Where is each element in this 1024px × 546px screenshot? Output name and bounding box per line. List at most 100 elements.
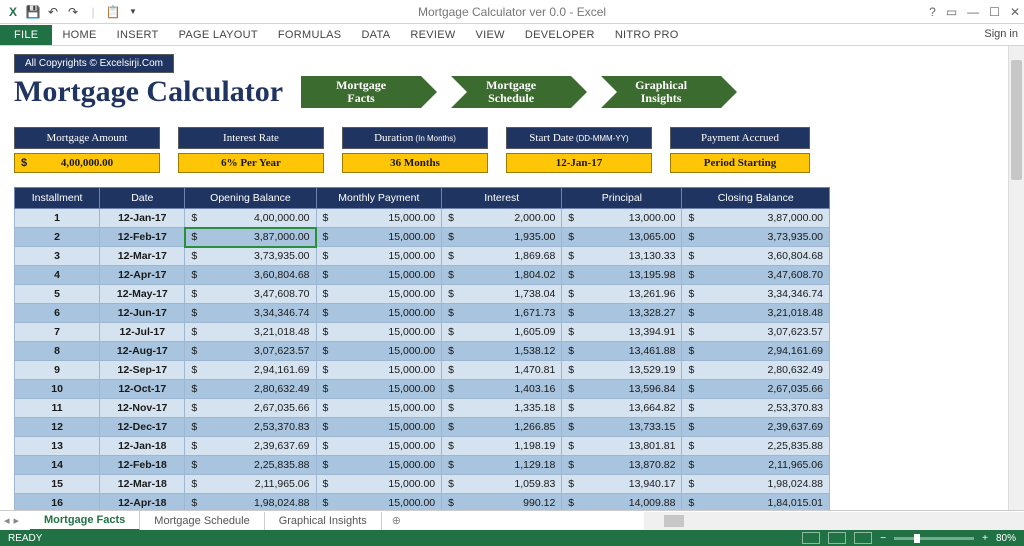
- table-cell[interactable]: $3,47,608.70: [682, 266, 830, 285]
- table-cell[interactable]: $1,84,015.01: [682, 494, 830, 511]
- redo-icon[interactable]: ↷: [66, 5, 80, 19]
- table-cell[interactable]: $15,000.00: [316, 266, 442, 285]
- table-cell[interactable]: $1,98,024.88: [185, 494, 316, 511]
- table-cell[interactable]: $13,596.84: [562, 380, 682, 399]
- table-cell[interactable]: $1,804.02: [442, 266, 562, 285]
- table-cell[interactable]: 3: [15, 247, 100, 266]
- sheet-nav[interactable]: ◂▸: [4, 514, 19, 527]
- table-cell[interactable]: $3,60,804.68: [185, 266, 316, 285]
- table-cell[interactable]: $1,470.81: [442, 361, 562, 380]
- ribbon-tab-view[interactable]: VIEW: [466, 25, 515, 45]
- table-cell[interactable]: 12-Jan-17: [100, 209, 185, 228]
- sheet-tab-mortgage-schedule[interactable]: Mortgage Schedule: [140, 512, 264, 530]
- nav-arrow-mortgage-schedule[interactable]: MortgageSchedule: [451, 76, 571, 108]
- table-cell[interactable]: $1,98,024.88: [682, 475, 830, 494]
- table-cell[interactable]: $14,009.88: [562, 494, 682, 511]
- ribbon-tab-home[interactable]: HOME: [52, 25, 106, 45]
- table-cell[interactable]: 12-Mar-18: [100, 475, 185, 494]
- table-cell[interactable]: $3,87,000.00: [185, 228, 316, 247]
- table-cell[interactable]: 12-Jan-18: [100, 437, 185, 456]
- table-cell[interactable]: $3,87,000.00: [682, 209, 830, 228]
- table-cell[interactable]: 12-Jun-17: [100, 304, 185, 323]
- input-value[interactable]: Period Starting: [670, 153, 810, 173]
- table-cell[interactable]: $13,000.00: [562, 209, 682, 228]
- table-cell[interactable]: $3,21,018.48: [682, 304, 830, 323]
- table-cell[interactable]: 12-Sep-17: [100, 361, 185, 380]
- table-cell[interactable]: 2: [15, 228, 100, 247]
- table-cell[interactable]: 13: [15, 437, 100, 456]
- add-sheet-button[interactable]: ⊕: [382, 511, 411, 530]
- ribbon-tab-nitro-pro[interactable]: NITRO PRO: [605, 25, 689, 45]
- table-cell[interactable]: 12: [15, 418, 100, 437]
- table-cell[interactable]: $2,67,035.66: [682, 380, 830, 399]
- sheet-tab-mortgage-facts[interactable]: Mortgage Facts: [30, 511, 140, 531]
- qat-dropdown-icon[interactable]: ▼: [126, 5, 140, 19]
- table-cell[interactable]: $1,335.18: [442, 399, 562, 418]
- table-cell[interactable]: $2,94,161.69: [682, 342, 830, 361]
- table-cell[interactable]: 12-May-17: [100, 285, 185, 304]
- input-value[interactable]: 36 Months: [342, 153, 488, 173]
- table-cell[interactable]: $1,198.19: [442, 437, 562, 456]
- table-cell[interactable]: 1: [15, 209, 100, 228]
- table-cell[interactable]: $3,07,623.57: [682, 323, 830, 342]
- table-cell[interactable]: $2,53,370.83: [682, 399, 830, 418]
- table-cell[interactable]: $3,07,623.57: [185, 342, 316, 361]
- table-cell[interactable]: $2,11,965.06: [185, 475, 316, 494]
- table-cell[interactable]: 12-Apr-17: [100, 266, 185, 285]
- table-cell[interactable]: 11: [15, 399, 100, 418]
- table-cell[interactable]: $3,21,018.48: [185, 323, 316, 342]
- table-cell[interactable]: $15,000.00: [316, 228, 442, 247]
- nav-arrow-mortgage-facts[interactable]: MortgageFacts: [301, 76, 421, 108]
- table-cell[interactable]: $15,000.00: [316, 380, 442, 399]
- table-cell[interactable]: 10: [15, 380, 100, 399]
- ribbon-tab-insert[interactable]: INSERT: [107, 25, 169, 45]
- table-cell[interactable]: $1,403.16: [442, 380, 562, 399]
- table-cell[interactable]: $15,000.00: [316, 342, 442, 361]
- table-cell[interactable]: $15,000.00: [316, 323, 442, 342]
- input-value[interactable]: 12-Jan-17: [506, 153, 652, 173]
- table-cell[interactable]: 4: [15, 266, 100, 285]
- table-cell[interactable]: $2,39,637.69: [682, 418, 830, 437]
- table-cell[interactable]: $3,34,346.74: [185, 304, 316, 323]
- table-cell[interactable]: $2,25,835.88: [185, 456, 316, 475]
- table-cell[interactable]: $3,60,804.68: [682, 247, 830, 266]
- table-cell[interactable]: $15,000.00: [316, 456, 442, 475]
- table-cell[interactable]: $2,94,161.69: [185, 361, 316, 380]
- zoom-out-icon[interactable]: −: [880, 533, 886, 544]
- horizontal-scrollbar[interactable]: [644, 512, 1024, 530]
- table-cell[interactable]: $1,671.73: [442, 304, 562, 323]
- table-cell[interactable]: $13,733.15: [562, 418, 682, 437]
- input-value[interactable]: 6% Per Year: [178, 153, 324, 173]
- table-cell[interactable]: $13,328.27: [562, 304, 682, 323]
- sign-in-link[interactable]: Sign in: [984, 28, 1018, 40]
- table-cell[interactable]: $15,000.00: [316, 418, 442, 437]
- view-break-icon[interactable]: [854, 532, 872, 544]
- help-icon[interactable]: ?: [929, 5, 936, 19]
- table-cell[interactable]: $13,870.82: [562, 456, 682, 475]
- close-icon[interactable]: ✕: [1010, 5, 1020, 19]
- table-cell[interactable]: $2,80,632.49: [185, 380, 316, 399]
- undo-icon[interactable]: ↶: [46, 5, 60, 19]
- input-value[interactable]: $4,00,000.00: [14, 153, 160, 173]
- zoom-slider[interactable]: [894, 537, 974, 540]
- table-cell[interactable]: $1,738.04: [442, 285, 562, 304]
- table-cell[interactable]: $3,73,935.00: [185, 247, 316, 266]
- table-cell[interactable]: $1,869.68: [442, 247, 562, 266]
- table-cell[interactable]: $3,47,608.70: [185, 285, 316, 304]
- table-cell[interactable]: 12-Jul-17: [100, 323, 185, 342]
- table-cell[interactable]: $15,000.00: [316, 361, 442, 380]
- scrollbar-thumb[interactable]: [1011, 60, 1022, 180]
- table-cell[interactable]: 12-Apr-18: [100, 494, 185, 511]
- ribbon-tab-formulas[interactable]: FORMULAS: [268, 25, 352, 45]
- ribbon-tab-file[interactable]: FILE: [0, 25, 52, 45]
- table-cell[interactable]: $2,11,965.06: [682, 456, 830, 475]
- table-cell[interactable]: $2,67,035.66: [185, 399, 316, 418]
- table-cell[interactable]: 12-Dec-17: [100, 418, 185, 437]
- sheet-tab-graphical-insights[interactable]: Graphical Insights: [265, 512, 382, 530]
- table-cell[interactable]: $13,261.96: [562, 285, 682, 304]
- table-cell[interactable]: 12-Feb-17: [100, 228, 185, 247]
- table-cell[interactable]: 7: [15, 323, 100, 342]
- table-cell[interactable]: $1,266.85: [442, 418, 562, 437]
- table-cell[interactable]: $13,065.00: [562, 228, 682, 247]
- ribbon-tab-review[interactable]: REVIEW: [400, 25, 465, 45]
